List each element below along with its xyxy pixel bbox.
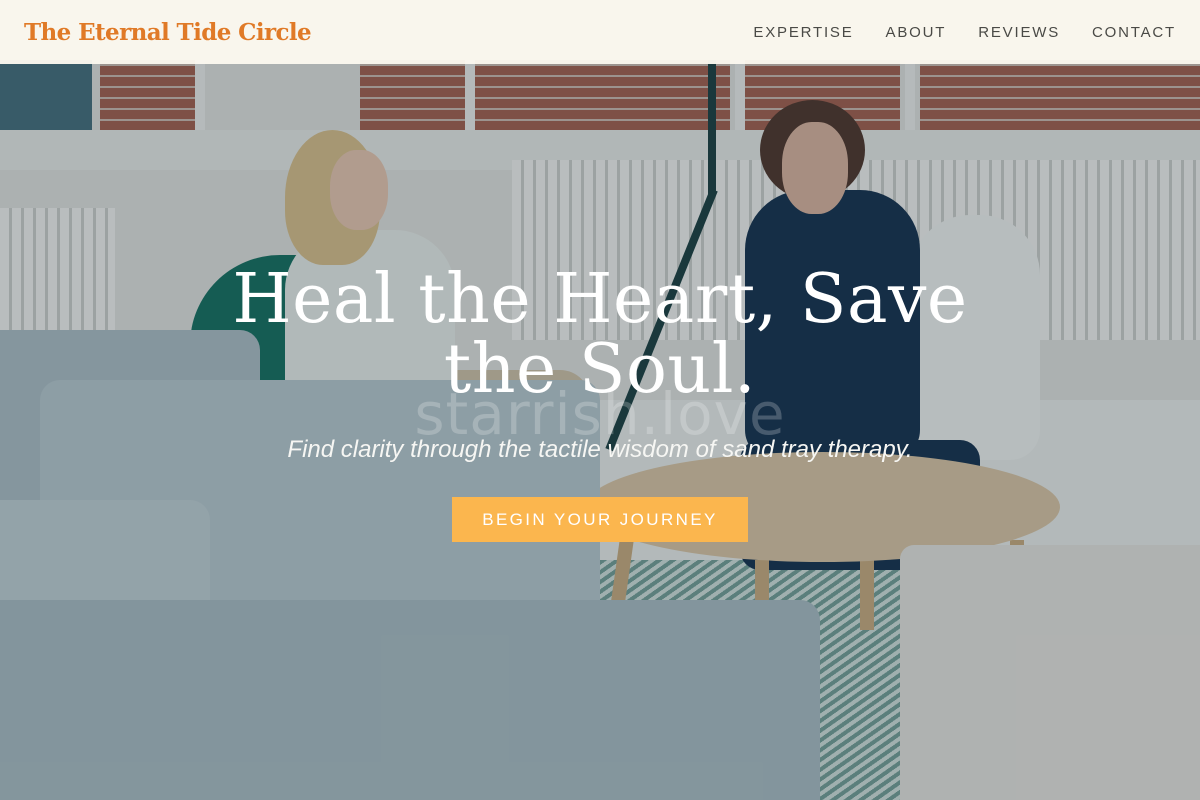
nav-item-reviews[interactable]: REVIEWS [978, 24, 1060, 41]
begin-journey-button[interactable]: BEGIN YOUR JOURNEY [452, 497, 748, 542]
nav-item-contact[interactable]: CONTACT [1092, 24, 1176, 41]
nav-item-expertise[interactable]: EXPERTISE [753, 24, 853, 41]
nav-item-about[interactable]: ABOUT [886, 24, 947, 41]
site-header: The Eternal Tide Circle EXPERTISE ABOUT … [0, 0, 1200, 64]
site-logo[interactable]: The Eternal Tide Circle [24, 19, 312, 46]
main-nav: EXPERTISE ABOUT REVIEWS CONTACT [753, 24, 1176, 41]
hero-subtitle: Find clarity through the tactile wisdom … [287, 436, 913, 463]
